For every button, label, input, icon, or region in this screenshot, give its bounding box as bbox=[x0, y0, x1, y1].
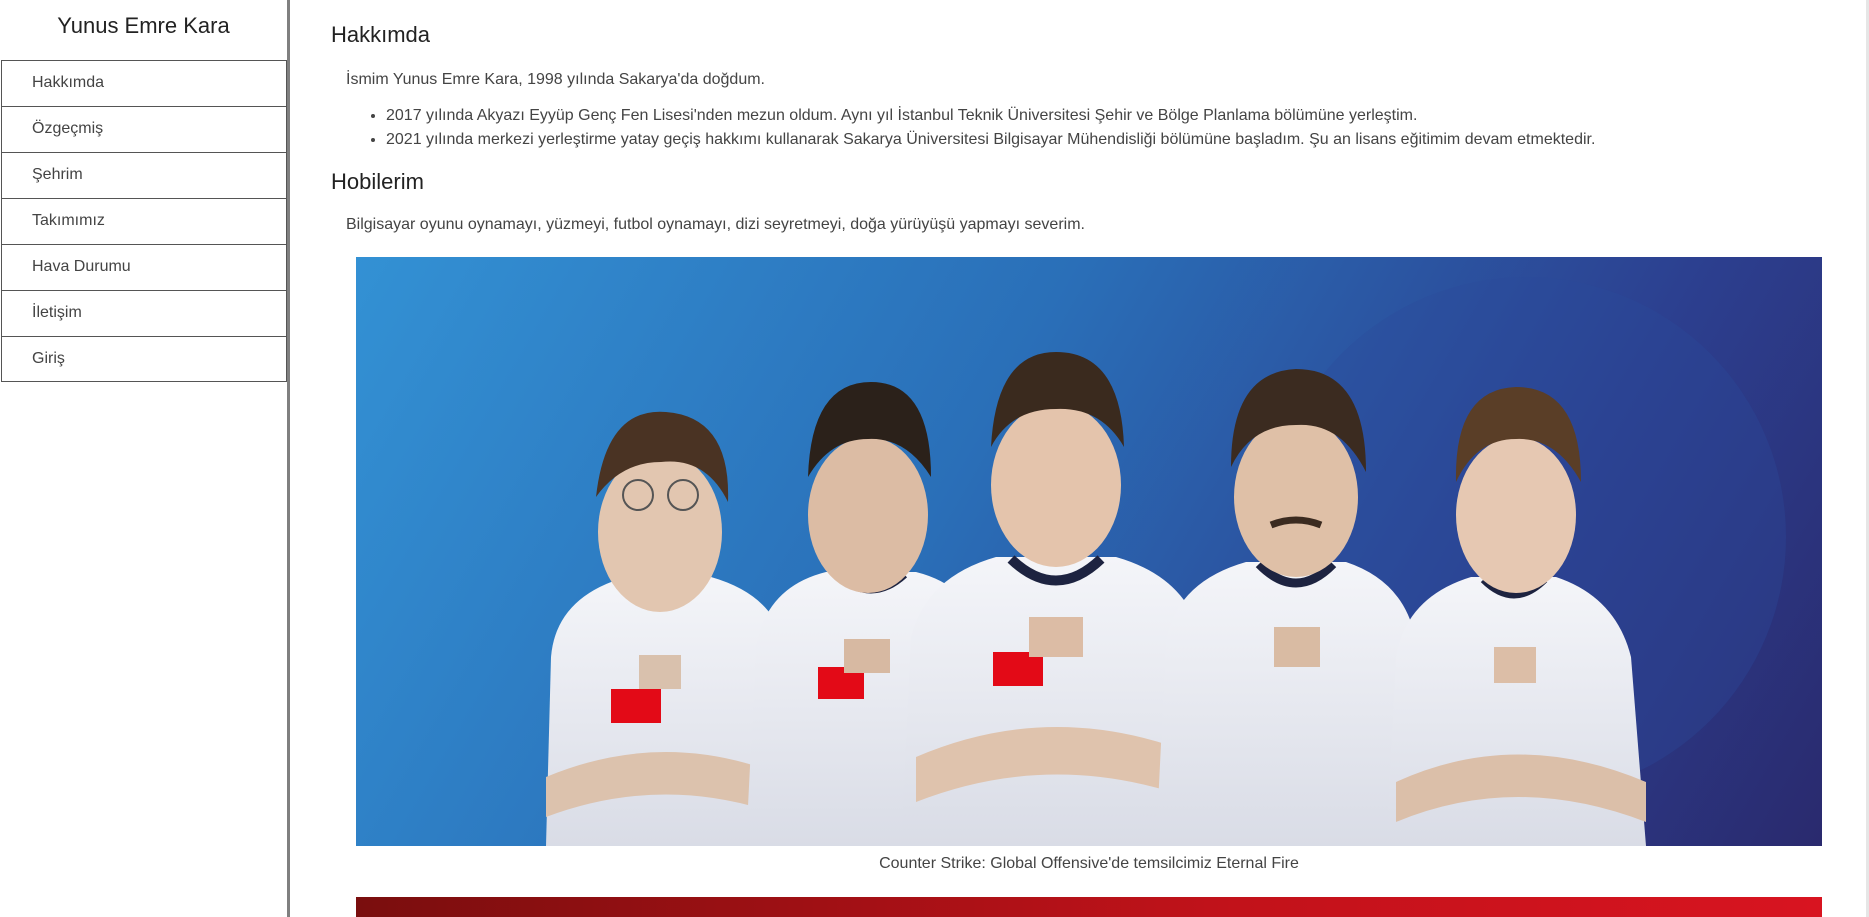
about-heading: Hakkımda bbox=[331, 22, 431, 47]
sidebar-item-iletisim[interactable]: İletişim bbox=[1, 290, 287, 336]
sidebar-item-sehrim[interactable]: Şehrim bbox=[1, 152, 287, 198]
main-content: Hakkımda İsmim Yunus Emre Kara, 1998 yıl… bbox=[290, 0, 1830, 917]
sidebar-nav: Hakkımda Özgeçmiş Şehrim Takımımız Hava … bbox=[1, 60, 287, 382]
list-item: 2017 yılında Akyazı Eyyüp Genç Fen Lises… bbox=[386, 104, 1595, 128]
sidebar-item-takimimiz[interactable]: Takımımız bbox=[1, 198, 287, 244]
list-item: 2021 yılında merkezi yerleştirme yatay g… bbox=[386, 128, 1595, 152]
sidebar-item-ozgecmis[interactable]: Özgeçmiş bbox=[1, 106, 287, 152]
about-bullets: 2017 yılında Akyazı Eyyüp Genç Fen Lises… bbox=[346, 104, 1595, 152]
hobbies-text: Bilgisayar oyunu oynamayı, yüzmeyi, futb… bbox=[346, 216, 1085, 233]
site-title: Yunus Emre Kara bbox=[57, 13, 230, 38]
sidebar-item-hakkimda[interactable]: Hakkımda bbox=[1, 60, 287, 106]
team-photo bbox=[356, 257, 1822, 846]
sidebar-item-giris[interactable]: Giriş bbox=[1, 336, 287, 382]
figure-caption: Counter Strike: Global Offensive'de tems… bbox=[879, 855, 1299, 872]
hobbies-heading: Hobilerim bbox=[331, 169, 424, 194]
team-photo-illustration bbox=[546, 277, 1786, 846]
sidebar-item-hava-durumu[interactable]: Hava Durumu bbox=[1, 244, 287, 290]
second-photo-partial bbox=[356, 897, 1822, 917]
about-intro: İsmim Yunus Emre Kara, 1998 yılında Saka… bbox=[346, 71, 765, 88]
sidebar: Yunus Emre Kara Hakkımda Özgeçmiş Şehrim… bbox=[0, 0, 290, 917]
